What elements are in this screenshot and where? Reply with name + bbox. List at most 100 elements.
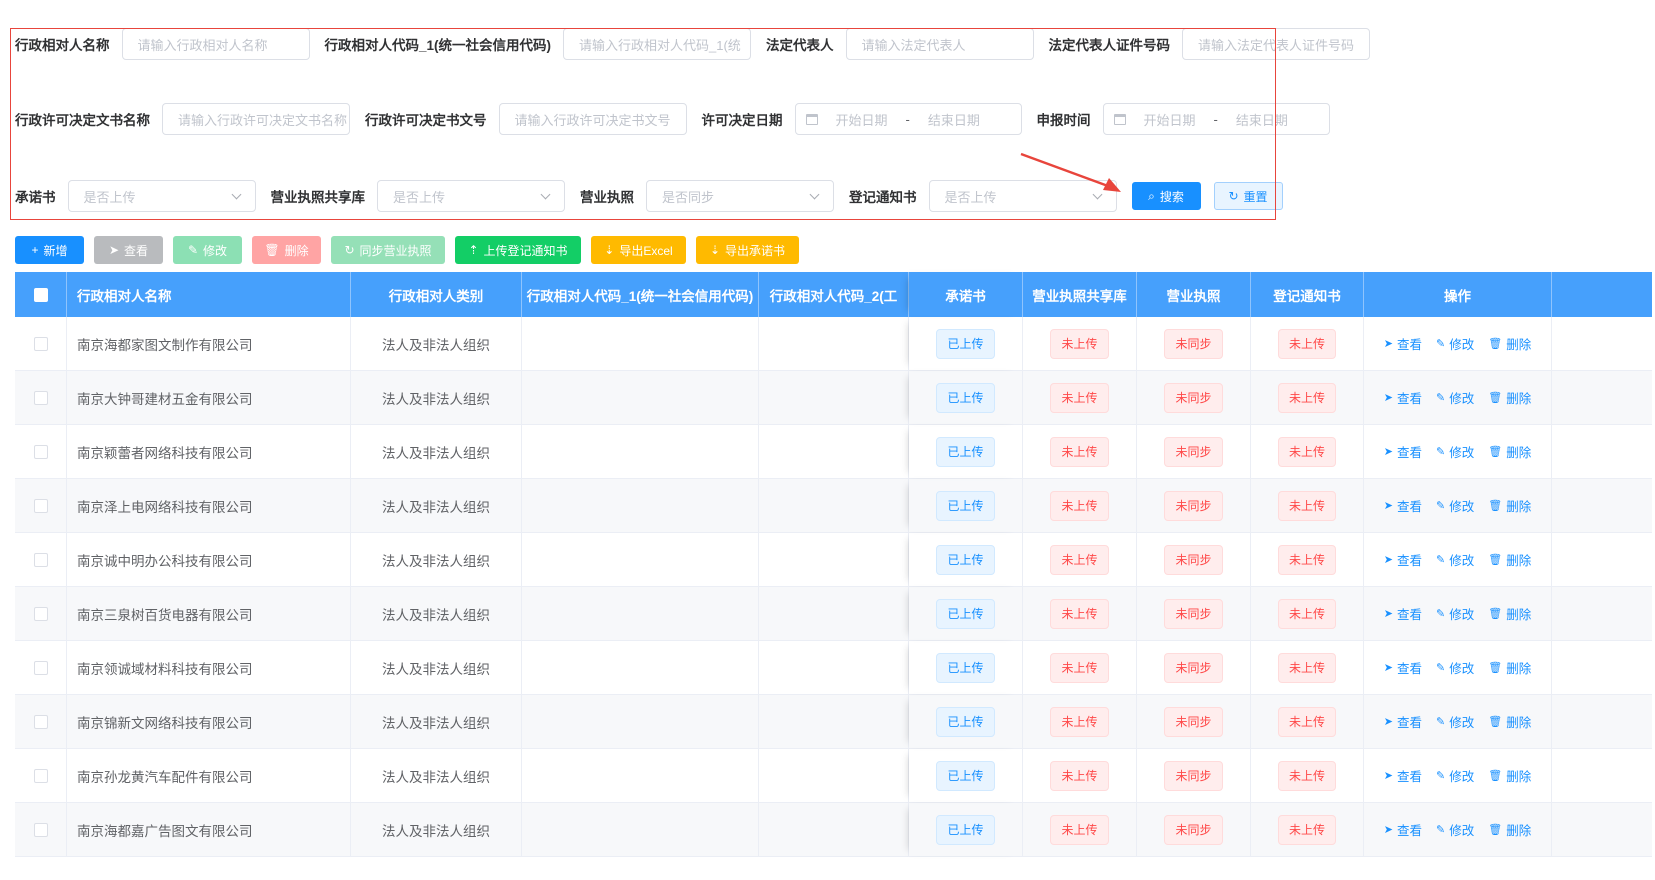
row-delete-link[interactable]: 🗑 删除 <box>1488 550 1531 569</box>
row-edit-link[interactable]: ✎ 修改 <box>1436 388 1474 407</box>
select-all-checkbox[interactable] <box>33 287 48 302</box>
business-license-select[interactable]: 是否同步 <box>646 180 834 212</box>
cell-commitment: 已上传 <box>909 803 1023 856</box>
apply-time-end[interactable]: 结束日期 <box>1236 110 1288 129</box>
row-delete-link[interactable]: 🗑 删除 <box>1488 334 1531 353</box>
row-delete-link[interactable]: 🗑 删除 <box>1488 442 1531 461</box>
permit-date-range[interactable]: 开始日期 - 结束日期 <box>794 103 1022 135</box>
row-checkbox[interactable] <box>33 822 48 837</box>
license-share-select[interactable]: 是否上传 <box>377 180 565 212</box>
row-edit-link[interactable]: ✎ 修改 <box>1436 766 1474 785</box>
permit-date-start[interactable]: 开始日期 <box>836 110 888 129</box>
row-edit-link[interactable]: ✎ 修改 <box>1436 442 1474 461</box>
party-category: 法人及非法人组织 <box>382 445 490 461</box>
license-share-status-badge: 未上传 <box>1050 544 1109 575</box>
row-checkbox[interactable] <box>33 714 48 729</box>
registration-notice-status-badge: 未上传 <box>1277 436 1336 467</box>
permit-date-end[interactable]: 结束日期 <box>928 110 980 129</box>
row-view-link[interactable]: ➤ 查看 <box>1384 442 1422 461</box>
delete-button[interactable]: 🗑 删除 <box>252 236 321 264</box>
row-checkbox[interactable] <box>33 390 48 405</box>
row-checkbox[interactable] <box>33 336 48 351</box>
cell-category: 法人及非法人组织 <box>351 317 522 370</box>
row-edit-link[interactable]: ✎ 修改 <box>1436 334 1474 353</box>
commitment-select[interactable]: 是否上传 <box>67 180 256 212</box>
col-header-category[interactable]: 行政相对人类别 <box>351 272 522 317</box>
row-view-link[interactable]: ➤ 查看 <box>1384 496 1422 515</box>
cell-actions: ➤ 查看 ✎ 修改 🗑 删除 <box>1364 641 1552 694</box>
license-share-status-badge: 未上传 <box>1050 490 1109 521</box>
row-view-link[interactable]: ➤ 查看 <box>1384 766 1422 785</box>
party-category: 法人及非法人组织 <box>382 823 490 839</box>
row-checkbox[interactable] <box>33 660 48 675</box>
row-edit-link[interactable]: ✎ 修改 <box>1436 496 1474 515</box>
row-select-cell <box>15 479 67 532</box>
search-row-2: 行政许可决定文书名称 请输入行政许可决定文书名称 行政许可决定书文号 请输入行政… <box>15 103 1345 135</box>
plus-icon: + <box>31 243 39 257</box>
col-header-license-share[interactable]: 营业执照共享库 <box>1023 272 1137 317</box>
row-edit-link[interactable]: ✎ 修改 <box>1436 658 1474 677</box>
cell-actions: ➤ 查看 ✎ 修改 🗑 删除 <box>1364 371 1552 424</box>
col-header-commitment[interactable]: 承诺书 <box>909 272 1023 317</box>
row-edit-link[interactable]: ✎ 修改 <box>1436 604 1474 623</box>
admin-party-name-input[interactable]: 请输入行政相对人名称 <box>121 28 310 60</box>
send-icon: ➤ <box>1383 824 1393 836</box>
row-view-link[interactable]: ➤ 查看 <box>1384 550 1422 569</box>
legal-rep-id-input[interactable]: 请输入法定代表人证件号码 <box>1182 28 1371 60</box>
col-header-business-license[interactable]: 营业执照 <box>1137 272 1251 317</box>
row-checkbox[interactable] <box>33 498 48 513</box>
edit-icon: ✎ <box>1436 824 1446 836</box>
row-edit-link[interactable]: ✎ 修改 <box>1436 712 1474 731</box>
row-view-link[interactable]: ➤ 查看 <box>1384 712 1422 731</box>
sync-license-button[interactable]: ↻ 同步营业执照 <box>331 236 445 264</box>
reset-button[interactable]: ↻ 重置 <box>1213 182 1283 210</box>
row-checkbox[interactable] <box>33 444 48 459</box>
admin-party-code1-input[interactable]: 请输入行政相对人代码_1(统 <box>563 28 752 60</box>
row-view-link[interactable]: ➤ 查看 <box>1384 658 1422 677</box>
col-header-code1[interactable]: 行政相对人代码_1(统一社会信用代码) <box>522 272 759 317</box>
table-row: 南京海都嘉广告图文有限公司 法人及非法人组织 已上传 未上传 未同步 未上传 ➤ 查看 ✎ 修改 🗑… <box>15 803 1652 857</box>
row-edit-link[interactable]: ✎ 修改 <box>1436 550 1474 569</box>
row-select-cell <box>15 371 67 424</box>
apply-time-start[interactable]: 开始日期 <box>1144 110 1196 129</box>
data-table: 行政相对人名称 行政相对人类别 行政相对人代码_1(统一社会信用代码) 行政相对… <box>15 272 1652 857</box>
col-header-name[interactable]: 行政相对人名称 <box>67 272 351 317</box>
row-view-link[interactable]: ➤ 查看 <box>1384 334 1422 353</box>
add-button[interactable]: + 新增 <box>15 236 84 264</box>
row-delete-link[interactable]: 🗑 删除 <box>1488 388 1531 407</box>
send-icon: ➤ <box>1383 500 1393 512</box>
row-view-link[interactable]: ➤ 查看 <box>1384 604 1422 623</box>
legal-rep-input[interactable]: 请输入法定代表人 <box>845 28 1034 60</box>
cell-code2 <box>759 371 909 424</box>
row-delete-link[interactable]: 🗑 删除 <box>1488 766 1531 785</box>
upload-notice-button[interactable]: ⇡ 上传登记通知书 <box>455 236 581 264</box>
permit-doc-name-input[interactable]: 请输入行政许可决定文书名称 <box>162 103 350 135</box>
send-icon: ➤ <box>1383 554 1393 566</box>
col-header-registration-notice[interactable]: 登记通知书 <box>1251 272 1364 317</box>
row-delete-link[interactable]: 🗑 删除 <box>1488 820 1531 839</box>
row-delete-link[interactable]: 🗑 删除 <box>1488 604 1531 623</box>
apply-time-range[interactable]: 开始日期 - 结束日期 <box>1102 103 1330 135</box>
col-header-code2[interactable]: 行政相对人代码_2(工 <box>759 272 909 317</box>
send-icon: ➤ <box>108 243 120 257</box>
row-delete-link[interactable]: 🗑 删除 <box>1488 712 1531 731</box>
row-delete-link[interactable]: 🗑 删除 <box>1488 496 1531 515</box>
row-checkbox[interactable] <box>33 552 48 567</box>
row-view-link[interactable]: ➤ 查看 <box>1384 820 1422 839</box>
row-checkbox[interactable] <box>33 768 48 783</box>
search-button[interactable]: ⌕ 搜索 <box>1131 182 1201 210</box>
row-checkbox[interactable] <box>33 606 48 621</box>
export-excel-button[interactable]: ⇣ 导出Excel <box>591 236 686 264</box>
row-view-link[interactable]: ➤ 查看 <box>1384 388 1422 407</box>
edit-button[interactable]: ✎ 修改 <box>173 236 242 264</box>
row-delete-label: 删除 <box>1506 716 1532 730</box>
row-delete-label: 删除 <box>1506 392 1532 406</box>
export-commitment-button[interactable]: ⇣ 导出承诺书 <box>696 236 799 264</box>
row-delete-link[interactable]: 🗑 删除 <box>1488 658 1531 677</box>
permit-doc-no-input[interactable]: 请输入行政许可决定书文号 <box>498 103 687 135</box>
cell-license-share: 未上传 <box>1023 479 1137 532</box>
view-button[interactable]: ➤ 查看 <box>94 236 163 264</box>
row-edit-link[interactable]: ✎ 修改 <box>1436 820 1474 839</box>
range-separator: - <box>1213 111 1218 127</box>
row-edit-label: 修改 <box>1449 608 1475 622</box>
